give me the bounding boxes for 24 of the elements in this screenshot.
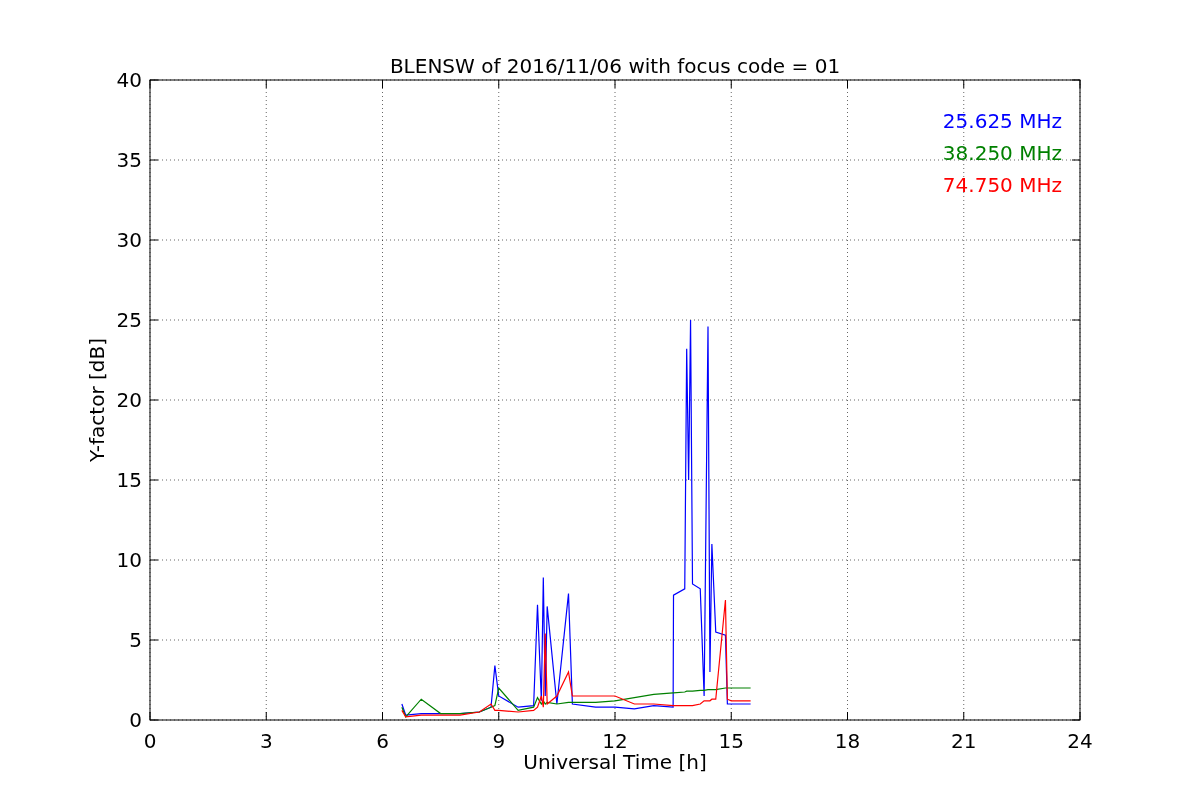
y-axis-label: Y-factor [dB] (85, 338, 109, 462)
y-tick-label: 20 (116, 388, 142, 412)
x-tick-label: 12 (602, 729, 628, 753)
x-tick-label: 9 (492, 729, 506, 753)
x-tick-label: 18 (834, 729, 861, 753)
x-tick-label: 21 (951, 729, 977, 753)
y-tick-label: 0 (129, 708, 142, 732)
x-tick-label: 0 (143, 729, 157, 753)
y-tick-label: 40 (116, 68, 142, 92)
x-tick-label: 6 (376, 729, 389, 753)
legend-label: 38.250 MHz (942, 141, 1062, 165)
y-tick-label: 15 (116, 468, 142, 492)
legend-label: 25.625 MHz (942, 109, 1062, 133)
y-tick-label: 30 (116, 228, 142, 252)
y-tick-label: 35 (116, 148, 142, 172)
x-tick-label: 15 (718, 729, 744, 753)
x-tick-label: 24 (1067, 729, 1093, 753)
x-axis-label: Universal Time [h] (523, 750, 707, 774)
chart-title: BLENSW of 2016/11/06 with focus code = 01 (389, 54, 841, 78)
y-tick-label: 25 (116, 308, 142, 332)
y-tick-label: 10 (116, 548, 142, 572)
x-tick-label: 3 (259, 729, 273, 753)
y-tick-label: 5 (129, 628, 142, 652)
legend-label: 74.750 MHz (942, 173, 1062, 197)
